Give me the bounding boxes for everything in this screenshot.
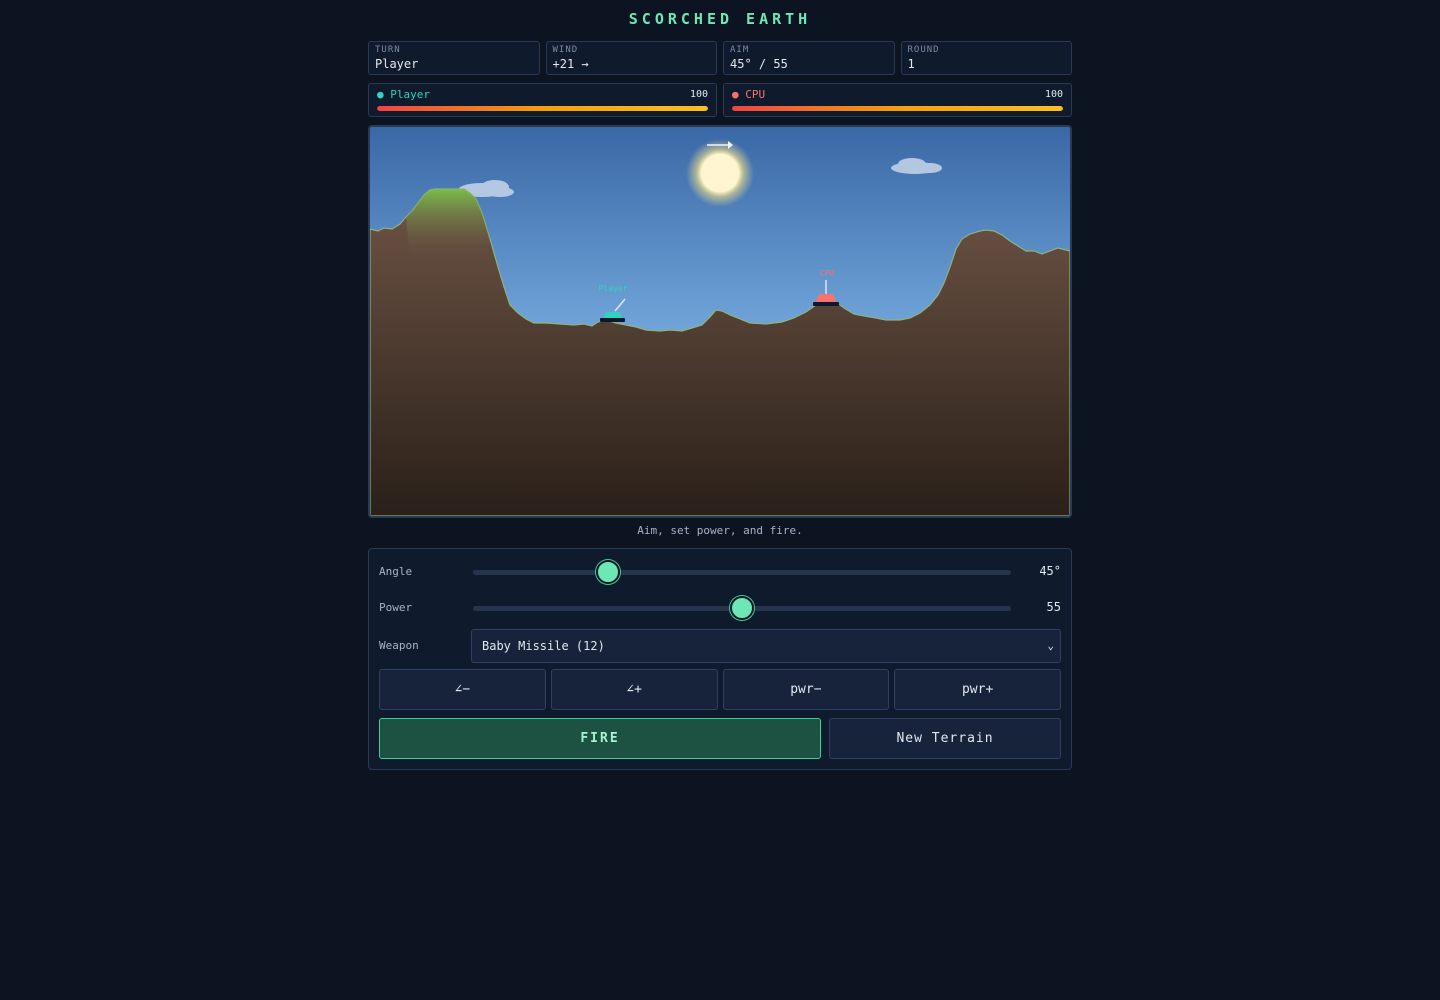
stat-value: 1 (907, 57, 915, 71)
power-value: 55 (1046, 600, 1061, 614)
stat-aim: AIM 45° / 55 (723, 41, 895, 75)
stat-value: 45° / 55 (730, 57, 788, 71)
player-tank-body (604, 312, 622, 318)
power-slider-track[interactable] (473, 596, 1011, 620)
sun (701, 154, 739, 192)
stat-round: ROUND 1 (900, 41, 1072, 75)
power-label: Power (379, 601, 413, 614)
player-health-panel: ● Player 100 (368, 83, 717, 117)
player-tank-label: Player (599, 284, 628, 293)
angle-value: 45° (1039, 564, 1061, 578)
player-name: ● Player (377, 88, 430, 101)
stat-turn: TURN Player (368, 41, 540, 75)
stat-wind: WIND +21 → (545, 41, 717, 75)
power-increase-button[interactable]: pwr+ (894, 669, 1061, 710)
cpu-health-fill (732, 106, 1063, 111)
game-title: SCORCHED EARTH (628, 10, 812, 28)
stat-value: Player (375, 57, 419, 71)
weapon-selected: Baby Missile (12) (482, 639, 605, 653)
chevron-down-icon: ⌄ (1047, 639, 1054, 652)
control-panel: Angle 45° Power 55 Weapon Baby Missile (… (368, 548, 1072, 770)
cpu-tank-tread (813, 302, 839, 306)
stat-label: TURN (375, 45, 401, 55)
stat-value: +21 → (552, 57, 589, 71)
cpu-name: ● CPU (732, 88, 766, 101)
cpu-health-value: 100 (1044, 89, 1063, 100)
battlefield-scene: Player CPU (370, 127, 1070, 516)
power-decrease-button[interactable]: pwr− (722, 669, 890, 710)
stat-label: AIM (730, 45, 750, 55)
health-bars: ● Player 100 ● CPU 100 (368, 83, 1072, 117)
player-health-value: 100 (689, 89, 708, 100)
weapon-label: Weapon (379, 639, 419, 652)
angle-slider-thumb[interactable] (595, 560, 620, 584)
power-slider-thumb[interactable] (730, 596, 754, 620)
status-message: Aim, set power, and fire. (637, 524, 803, 537)
angle-increase-button[interactable]: ∠+ (550, 669, 718, 710)
battlefield-canvas[interactable]: Player CPU (368, 125, 1072, 518)
cpu-health-panel: ● CPU 100 (723, 83, 1072, 117)
fire-button[interactable]: FIRE (379, 718, 821, 759)
stat-label: WIND (552, 45, 579, 55)
cpu-tank-body (816, 294, 836, 302)
stat-label: ROUND (907, 45, 940, 55)
player-health-bar (377, 106, 708, 111)
player-tank-tread (600, 318, 625, 322)
new-terrain-button[interactable]: New Terrain (829, 718, 1061, 759)
weapon-select[interactable]: Baby Missile (12) ⌄ (471, 629, 1061, 663)
angle-label: Angle (379, 565, 413, 578)
adjust-buttons: ∠− ∠+ pwr− pwr+ (379, 669, 1061, 710)
cpu-health-bar (732, 106, 1063, 111)
player-health-fill (377, 106, 708, 111)
cpu-tank-label: CPU (820, 269, 835, 278)
angle-decrease-button[interactable]: ∠− (379, 669, 546, 710)
angle-slider-track[interactable] (473, 560, 1011, 584)
stats-bar: TURN Player WIND +21 → AIM 45° / 55 ROUN… (368, 41, 1072, 75)
